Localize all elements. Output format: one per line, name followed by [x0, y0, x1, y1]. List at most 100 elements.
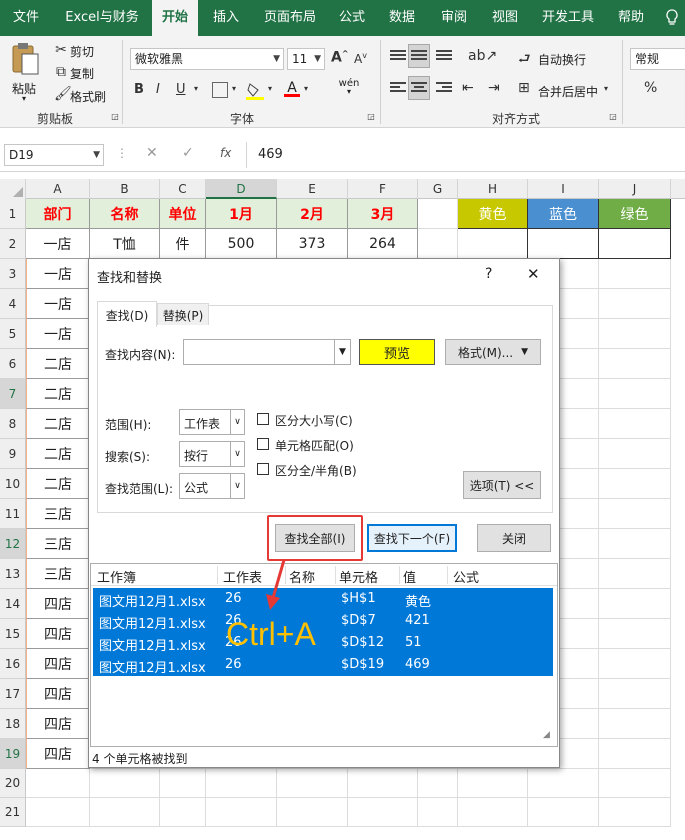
grid-cell[interactable] — [458, 798, 528, 827]
column-header[interactable]: E — [277, 179, 348, 199]
color-value-cell[interactable] — [599, 229, 671, 259]
row-header[interactable]: 9 — [0, 439, 26, 469]
grid-cell[interactable] — [599, 469, 671, 499]
font-color-icon[interactable]: A — [284, 80, 300, 100]
underline-button[interactable]: U — [176, 82, 186, 97]
grid-cell[interactable] — [599, 319, 671, 349]
column-header[interactable]: G — [418, 179, 458, 199]
dialog-launcher-icon[interactable]: ◲ — [366, 112, 376, 121]
results-header-workbook[interactable]: 工作簿 — [97, 567, 136, 586]
help-button[interactable]: ? — [485, 266, 492, 282]
grid-cell[interactable] — [160, 798, 206, 827]
number-format-select[interactable]: 常规 — [630, 48, 685, 70]
results-header-sheet[interactable]: 工作表 — [223, 567, 262, 586]
results-list[interactable]: 工作簿 工作表 名称 单元格 值 公式 图文用12月1.xlsx 26 $H$1 黄色… — [90, 563, 558, 747]
row-header[interactable]: 2 — [0, 229, 26, 259]
column-header[interactable]: D — [206, 179, 277, 199]
shrink-font-icon[interactable]: Av — [354, 51, 367, 66]
fill-color-icon[interactable] — [246, 82, 264, 100]
find-what-input[interactable]: ▼ — [183, 339, 351, 365]
row-header[interactable]: 21 — [0, 798, 26, 827]
data-cell[interactable]: 二店 — [26, 439, 90, 469]
header-cell[interactable]: 部门 — [26, 199, 90, 229]
row-header[interactable]: 19 — [0, 739, 26, 769]
tab-view[interactable]: 视图 — [482, 0, 528, 36]
data-cell[interactable]: 一店 — [26, 229, 90, 259]
results-header-cell[interactable]: 单元格 — [339, 567, 378, 586]
format-painter-button[interactable]: 格式刷 — [70, 88, 106, 105]
percent-button[interactable]: % — [644, 80, 657, 96]
match-cell-checkbox[interactable] — [257, 438, 269, 450]
results-header-value[interactable]: 值 — [403, 567, 416, 586]
find-next-button[interactable]: 查找下一个(F) — [367, 524, 457, 552]
grid-cell[interactable] — [599, 679, 671, 709]
row-header[interactable]: 11 — [0, 499, 26, 529]
grid-cell[interactable] — [348, 798, 418, 827]
grid-cell[interactable] — [599, 439, 671, 469]
format-button[interactable]: 格式(M)... ▼ — [445, 339, 541, 365]
column-header[interactable]: C — [160, 179, 206, 199]
data-cell[interactable]: 四店 — [26, 589, 90, 619]
grid-cell[interactable] — [90, 798, 160, 827]
grid-cell[interactable] — [277, 798, 348, 827]
grid-cell[interactable] — [160, 769, 206, 798]
grid-cell[interactable] — [26, 769, 90, 798]
dialog-launcher-icon[interactable]: ◲ — [110, 112, 120, 121]
align-bottom-icon[interactable] — [436, 50, 452, 64]
insert-function-icon[interactable]: fx — [220, 146, 231, 160]
results-header-name[interactable]: 名称 — [289, 567, 315, 586]
grid-cell[interactable] — [599, 409, 671, 439]
look-in-select[interactable]: 公式 ∨ — [179, 473, 245, 499]
chevron-down-icon[interactable]: ▾ — [268, 84, 272, 93]
align-right-icon[interactable] — [436, 82, 452, 96]
grid-cell[interactable] — [528, 798, 599, 827]
data-cell[interactable]: 四店 — [26, 619, 90, 649]
enter-check-icon[interactable]: ✓ — [182, 145, 194, 161]
row-header[interactable]: 17 — [0, 679, 26, 709]
data-cell[interactable]: 件 — [160, 229, 206, 259]
name-box[interactable]: D19 ▼ — [4, 144, 104, 166]
column-header[interactable]: I — [528, 179, 599, 199]
grid-cell[interactable] — [90, 769, 160, 798]
data-cell[interactable]: 四店 — [26, 739, 90, 769]
header-cell[interactable]: 3月 — [348, 199, 418, 229]
grid-cell[interactable] — [599, 709, 671, 739]
chevron-down-icon[interactable]: ▾ — [304, 84, 308, 93]
column-header[interactable]: F — [348, 179, 418, 199]
data-cell[interactable]: 三店 — [26, 529, 90, 559]
grid-cell[interactable] — [599, 289, 671, 319]
grid-cell[interactable] — [206, 769, 277, 798]
data-cell[interactable]: 264 — [348, 229, 418, 259]
result-row[interactable]: 图文用12月1.xlsx 26 $H$1 黄色 — [93, 588, 553, 610]
grid-cell[interactable] — [418, 229, 458, 259]
data-cell[interactable]: 四店 — [26, 679, 90, 709]
orientation-icon[interactable]: ab↗ — [468, 48, 497, 64]
data-cell[interactable]: 一店 — [26, 259, 90, 289]
cancel-icon[interactable]: ✕ — [146, 145, 158, 161]
row-header[interactable]: 7 — [0, 379, 26, 409]
data-cell[interactable]: 一店 — [26, 319, 90, 349]
chevron-down-icon[interactable]: ▾ — [232, 84, 236, 93]
dialog-launcher-icon[interactable]: ◲ — [608, 112, 618, 121]
formula-input[interactable]: 469 — [258, 147, 283, 162]
row-header[interactable]: 20 — [0, 769, 26, 798]
header-cell[interactable]: 名称 — [90, 199, 160, 229]
data-cell[interactable]: 三店 — [26, 559, 90, 589]
tab-help[interactable]: 帮助 — [608, 0, 654, 36]
align-top-icon[interactable] — [390, 50, 406, 64]
grid-cell[interactable] — [599, 499, 671, 529]
color-value-cell[interactable] — [458, 229, 528, 259]
tab-data[interactable]: 数据 — [378, 0, 426, 36]
grid-cell[interactable] — [599, 619, 671, 649]
grid-cell[interactable] — [599, 769, 671, 798]
color-header-cell[interactable]: 蓝色 — [528, 199, 599, 229]
tab-file[interactable]: 文件 — [0, 0, 52, 36]
tab-home[interactable]: 开始 — [152, 0, 198, 36]
results-header-formula[interactable]: 公式 — [453, 567, 479, 586]
row-header[interactable]: 16 — [0, 649, 26, 679]
tab-formulas[interactable]: 公式 — [330, 0, 374, 36]
color-header-cell[interactable]: 绿色 — [599, 199, 671, 229]
row-header[interactable]: 8 — [0, 409, 26, 439]
row-header[interactable]: 5 — [0, 319, 26, 349]
data-cell[interactable]: 373 — [277, 229, 348, 259]
